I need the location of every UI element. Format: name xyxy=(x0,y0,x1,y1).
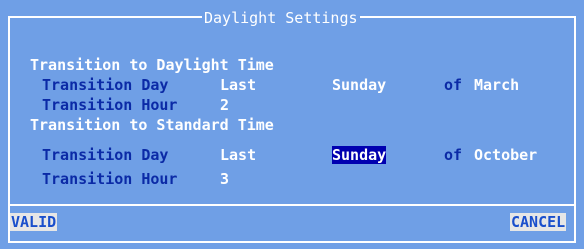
valid-button[interactable]: VALID xyxy=(10,213,58,231)
standard-hour-value[interactable]: 3 xyxy=(220,170,229,188)
daylight-heading: Transition to Daylight Time xyxy=(30,56,274,74)
standard-transition-day-label: Transition Day xyxy=(42,146,169,164)
cancel-button[interactable]: CANCEL xyxy=(510,213,567,231)
daylight-day-weekday[interactable]: Sunday xyxy=(332,76,386,94)
daylight-transition-hour-label: Transition Hour xyxy=(42,96,178,114)
standard-day-weekday[interactable]: Sunday xyxy=(332,146,387,164)
standard-transition-hour-label: Transition Hour xyxy=(42,170,178,188)
standard-day-occurrence[interactable]: Last xyxy=(220,146,256,164)
daylight-transition-day-label: Transition Day xyxy=(42,76,169,94)
daylight-month[interactable]: March xyxy=(474,76,519,94)
standard-of-label: of xyxy=(444,146,463,164)
standard-month[interactable]: October xyxy=(474,146,537,164)
daylight-day-occurrence[interactable]: Last xyxy=(220,76,256,94)
button-separator xyxy=(8,204,576,206)
daylight-of-label: of xyxy=(444,76,463,94)
standard-heading: Transition to Standard Time xyxy=(30,116,274,134)
daylight-hour-value[interactable]: 2 xyxy=(220,96,229,114)
dialog-title: Daylight Settings xyxy=(202,9,360,27)
dialog: Daylight Settings Transition to Daylight… xyxy=(0,0,584,249)
